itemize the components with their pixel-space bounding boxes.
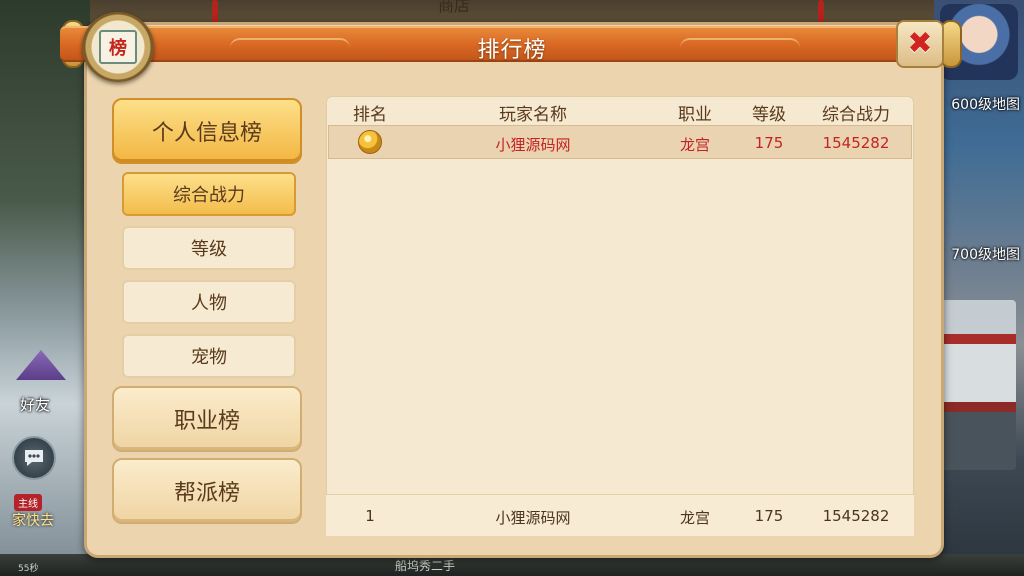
shop-label[interactable]: 商店 xyxy=(438,0,470,16)
cell-class: 龙宫 xyxy=(679,136,710,154)
my-combat-power: 1545282 xyxy=(822,507,890,525)
friend-label[interactable]: 好友 xyxy=(20,394,50,415)
leaderboard-badge-icon: 榜 xyxy=(82,12,154,82)
bottom-left-status: 55秒 xyxy=(18,564,39,574)
tab-personal-info[interactable]: 个人信息榜 xyxy=(112,98,302,164)
header-rank: 排名 xyxy=(353,105,387,125)
close-icon: ✖ xyxy=(907,26,933,61)
title-ornament-left xyxy=(230,38,350,48)
my-rank: 1 xyxy=(365,507,375,525)
subtab-combat-power[interactable]: 综合战力 xyxy=(122,172,296,216)
my-name: 小狸源码网 xyxy=(495,509,571,527)
header-player-name: 玩家名称 xyxy=(499,105,567,125)
ranking-table xyxy=(326,96,914,536)
scene-left xyxy=(0,0,90,576)
map-label-600[interactable]: 600级地图 xyxy=(951,94,1020,114)
subtab-level[interactable]: 等级 xyxy=(122,226,296,270)
cell-player-name[interactable]: 小狸源码网 xyxy=(468,134,598,155)
quest-text[interactable]: 家快去 xyxy=(12,510,54,530)
cell-level: 175 xyxy=(754,134,784,152)
subtab-character[interactable]: 人物 xyxy=(122,280,296,324)
scene-building xyxy=(940,300,1016,470)
bottom-status-text: 船坞秀二手 xyxy=(395,559,456,573)
subtab-pet[interactable]: 宠物 xyxy=(122,334,296,378)
panel-title: 排行榜 xyxy=(477,38,547,63)
cell-combat-power: 1545282 xyxy=(822,134,890,152)
quest-tag: 主线 xyxy=(14,494,42,511)
map-label-700[interactable]: 700级地图 xyxy=(951,244,1020,264)
header-level: 等级 xyxy=(752,105,786,125)
header-class: 职业 xyxy=(678,105,712,125)
title-ornament-right xyxy=(680,38,800,48)
my-level: 175 xyxy=(754,507,784,525)
my-class: 龙宫 xyxy=(679,509,710,527)
close-button[interactable]: ✖ xyxy=(896,20,944,68)
chat-bubble-icon[interactable] xyxy=(12,436,56,480)
red-cord-decoration xyxy=(818,0,824,24)
badge-scroll: 榜 xyxy=(99,30,137,64)
header-combat-power: 综合战力 xyxy=(822,105,890,125)
red-cord-decoration xyxy=(212,0,218,24)
scene-right xyxy=(934,0,1024,576)
tab-profession[interactable]: 职业榜 xyxy=(112,386,302,452)
tab-guild[interactable]: 帮派榜 xyxy=(112,458,302,524)
gold-medal-icon xyxy=(358,130,382,154)
